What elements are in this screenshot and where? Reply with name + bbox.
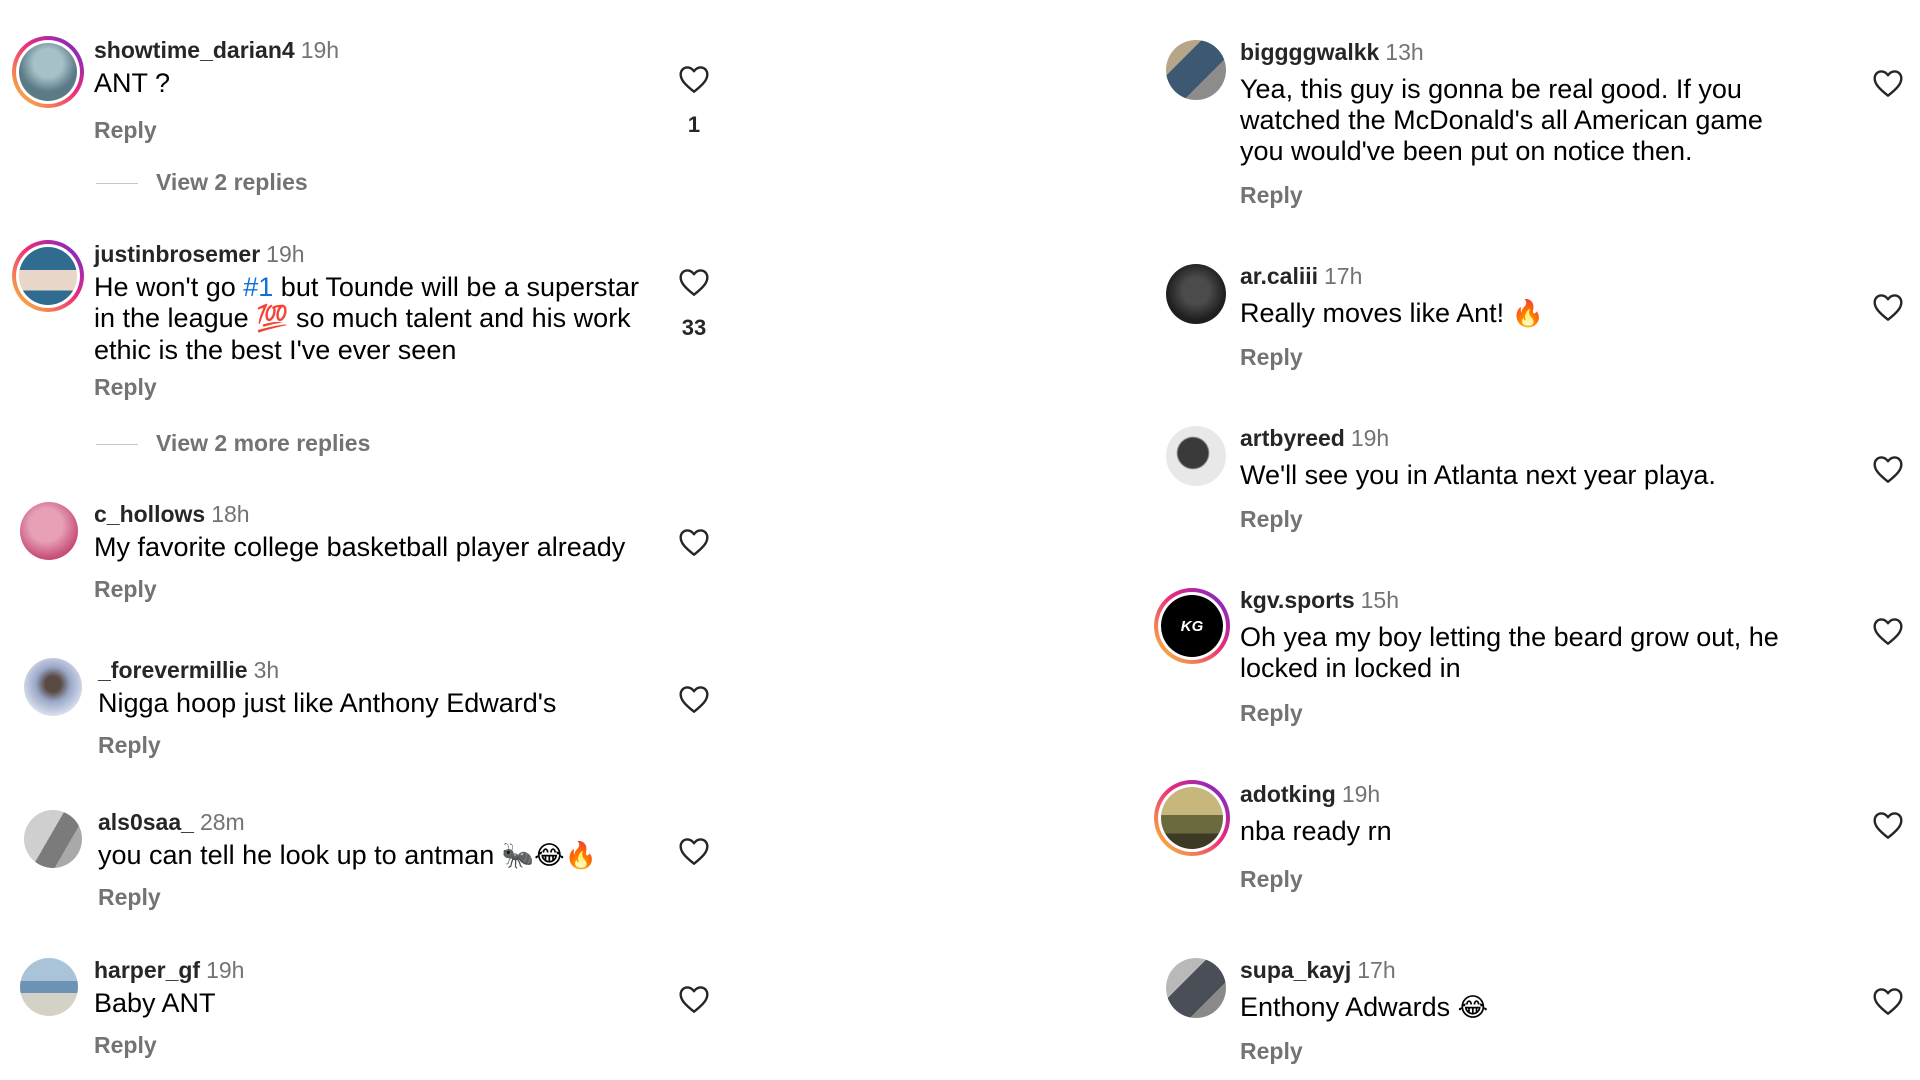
hashtag-link[interactable]: #1: [243, 272, 273, 302]
laughing-emoji: 😂: [1457, 993, 1489, 1023]
username-link[interactable]: _forevermillie: [98, 657, 248, 683]
comment-time: 28m: [199, 809, 245, 835]
comment-meta: supa_kayj 17h: [1240, 956, 1396, 984]
username-link[interactable]: als0saa_: [98, 809, 194, 835]
heart-icon[interactable]: [678, 836, 710, 866]
username-link[interactable]: supa_kayj: [1240, 957, 1351, 983]
comment-time: 18h: [211, 501, 250, 527]
reply-button[interactable]: Reply: [94, 576, 157, 603]
avatar[interactable]: [22, 656, 84, 718]
comment-meta: harper_gf 19h: [94, 956, 244, 984]
heart-icon[interactable]: [1872, 616, 1904, 646]
username-link[interactable]: kgv.sports: [1240, 587, 1355, 613]
hundred-emoji: 💯: [256, 304, 289, 334]
comment-meta: kgv.sports 15h: [1240, 586, 1399, 614]
avatar[interactable]: [1164, 38, 1228, 102]
reply-button[interactable]: Reply: [1240, 506, 1303, 533]
reply-button[interactable]: Reply: [1240, 344, 1303, 371]
comment-meta: als0saa_ 28m: [98, 808, 245, 836]
heart-icon[interactable]: [1872, 810, 1904, 840]
reply-button[interactable]: Reply: [98, 884, 161, 911]
comments-column-right: biggggwalkk 13h Yea, this guy is gonna be…: [1154, 0, 1920, 1080]
comment-time: 19h: [1350, 425, 1390, 451]
username-link[interactable]: harper_gf: [94, 957, 200, 983]
heart-icon[interactable]: [1872, 292, 1904, 322]
avatar[interactable]: [1164, 262, 1228, 326]
comment-time: 19h: [300, 37, 340, 63]
comment-meta: _forevermillie 3h: [98, 656, 279, 684]
comment-text: Oh yea my boy letting the beard grow out…: [1240, 622, 1779, 683]
avatar[interactable]: [1164, 956, 1228, 1020]
comment-time: 17h: [1324, 263, 1363, 289]
username-link[interactable]: artbyreed: [1240, 425, 1345, 451]
avatar[interactable]: [1164, 424, 1228, 488]
avatar[interactable]: [22, 808, 84, 870]
comment-text: Baby ANT: [94, 988, 216, 1018]
comment-time: 19h: [206, 957, 245, 983]
comment-meta: showtime_darian4 19h: [94, 36, 339, 64]
comment-text: He won't go #1 but Tounde will be a supe…: [94, 272, 640, 365]
divider: [96, 183, 138, 185]
reply-button[interactable]: Reply: [94, 117, 157, 144]
divider: [96, 444, 138, 446]
comment-time: 13h: [1385, 39, 1424, 65]
comment-meta: biggggwalkk 13h: [1240, 38, 1424, 66]
heart-icon[interactable]: [1872, 454, 1904, 484]
comment-text: We'll see you in Atlanta next year playa…: [1240, 460, 1716, 490]
reply-button[interactable]: Reply: [1240, 1038, 1303, 1065]
comment-text: nba ready rn: [1240, 816, 1392, 846]
comment-text: ANT ?: [94, 68, 171, 98]
comment-text: Really moves like Ant! 🔥: [1240, 298, 1544, 329]
avatar[interactable]: [12, 36, 84, 108]
heart-icon[interactable]: [678, 267, 710, 297]
heart-icon[interactable]: [1872, 986, 1904, 1016]
comment-text: Nigga hoop just like Anthony Edward's: [98, 688, 557, 718]
reply-button[interactable]: Reply: [1240, 182, 1303, 209]
comment-text: Enthony Adwards 😂: [1240, 992, 1489, 1023]
fire-emoji: 🔥: [1511, 299, 1544, 329]
like-count: 1: [687, 112, 701, 137]
reply-button[interactable]: Reply: [94, 1032, 157, 1059]
avatar[interactable]: [12, 240, 84, 312]
heart-icon[interactable]: [678, 64, 710, 94]
heart-icon[interactable]: [678, 684, 710, 714]
avatar[interactable]: [18, 500, 80, 562]
kgv-logo: KG: [1180, 617, 1204, 635]
comment-time: 19h: [1341, 781, 1381, 807]
view-replies-button[interactable]: View 2 replies: [96, 169, 308, 196]
heart-icon[interactable]: [1872, 68, 1904, 98]
reply-button[interactable]: Reply: [98, 732, 161, 759]
comment-time: 3h: [253, 657, 280, 683]
avatar[interactable]: [18, 956, 80, 1018]
comment-text: My favorite college basketball player al…: [94, 532, 626, 562]
comment-meta: justinbrosemer 19h: [94, 240, 305, 268]
username-link[interactable]: adotking: [1240, 781, 1336, 807]
username-link[interactable]: showtime_darian4: [94, 37, 295, 63]
heart-icon[interactable]: [678, 527, 710, 557]
comment-meta: c_hollows 18h: [94, 500, 250, 528]
avatar[interactable]: [1154, 780, 1230, 856]
comment-meta: adotking 19h: [1240, 780, 1380, 808]
username-link[interactable]: biggggwalkk: [1240, 39, 1379, 65]
username-link[interactable]: c_hollows: [94, 501, 205, 527]
comment-time: 19h: [266, 241, 305, 267]
comment-time: 17h: [1357, 957, 1396, 983]
comment-time: 15h: [1360, 587, 1399, 613]
heart-icon[interactable]: [678, 984, 710, 1014]
username-link[interactable]: justinbrosemer: [94, 241, 260, 267]
emoji-group: 🐜😂🔥: [501, 841, 597, 871]
reply-button[interactable]: Reply: [1240, 866, 1303, 893]
view-replies-button[interactable]: View 2 more replies: [96, 430, 370, 457]
reply-button[interactable]: Reply: [94, 374, 157, 401]
like-count: 33: [681, 315, 707, 340]
comments-column-left: showtime_darian4 19h ANT ? Reply 1 View 2…: [0, 0, 720, 1080]
avatar[interactable]: KG: [1154, 588, 1230, 664]
comment-text: Yea, this guy is gonna be real good. If …: [1240, 74, 1763, 166]
reply-button[interactable]: Reply: [1240, 700, 1303, 727]
comment-meta: artbyreed 19h: [1240, 424, 1389, 452]
comment-meta: ar.caliii 17h: [1240, 262, 1362, 290]
username-link[interactable]: ar.caliii: [1240, 263, 1318, 289]
comment-text: you can tell he look up to antman 🐜😂🔥: [98, 840, 597, 871]
